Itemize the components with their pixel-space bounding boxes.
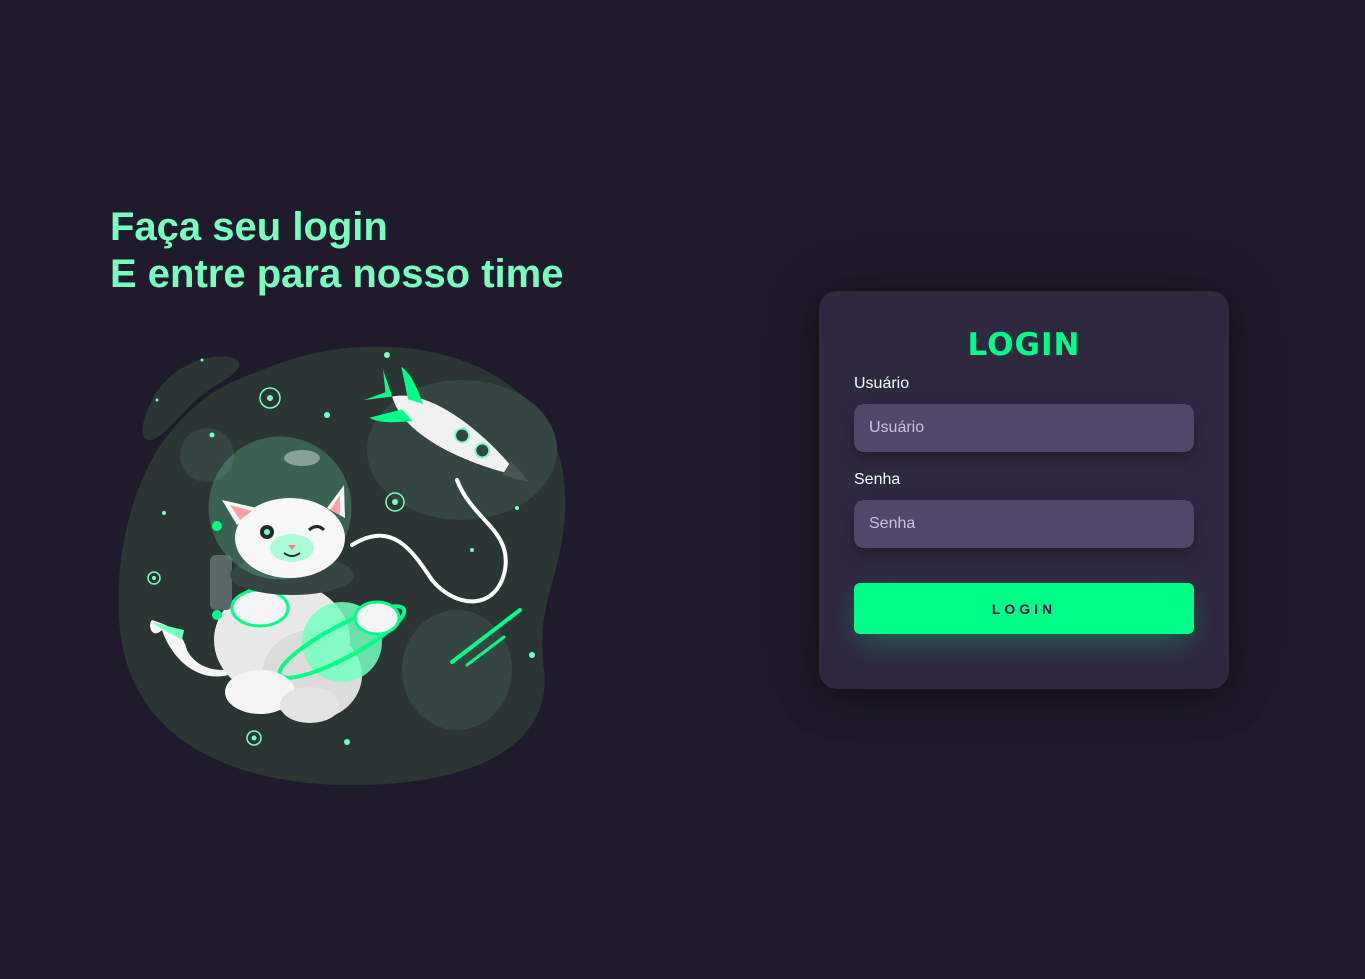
login-button[interactable]: LOGIN	[854, 583, 1194, 634]
space-scene-svg	[118, 346, 566, 785]
password-label: Senha	[854, 471, 901, 488]
page-headline: Faça seu login E entre para nosso time	[110, 204, 563, 298]
headline-line-2: E entre para nosso time	[110, 252, 564, 296]
username-label: Usuário	[854, 375, 910, 392]
astronaut-cat-illustration	[112, 340, 572, 790]
username-input[interactable]	[854, 404, 1194, 452]
login-title: LOGIN	[967, 327, 1081, 363]
password-input[interactable]	[854, 500, 1194, 548]
login-card: LOGIN Usuário Senha LOGIN	[819, 291, 1229, 689]
headline-line-1: Faça seu login	[110, 205, 388, 249]
